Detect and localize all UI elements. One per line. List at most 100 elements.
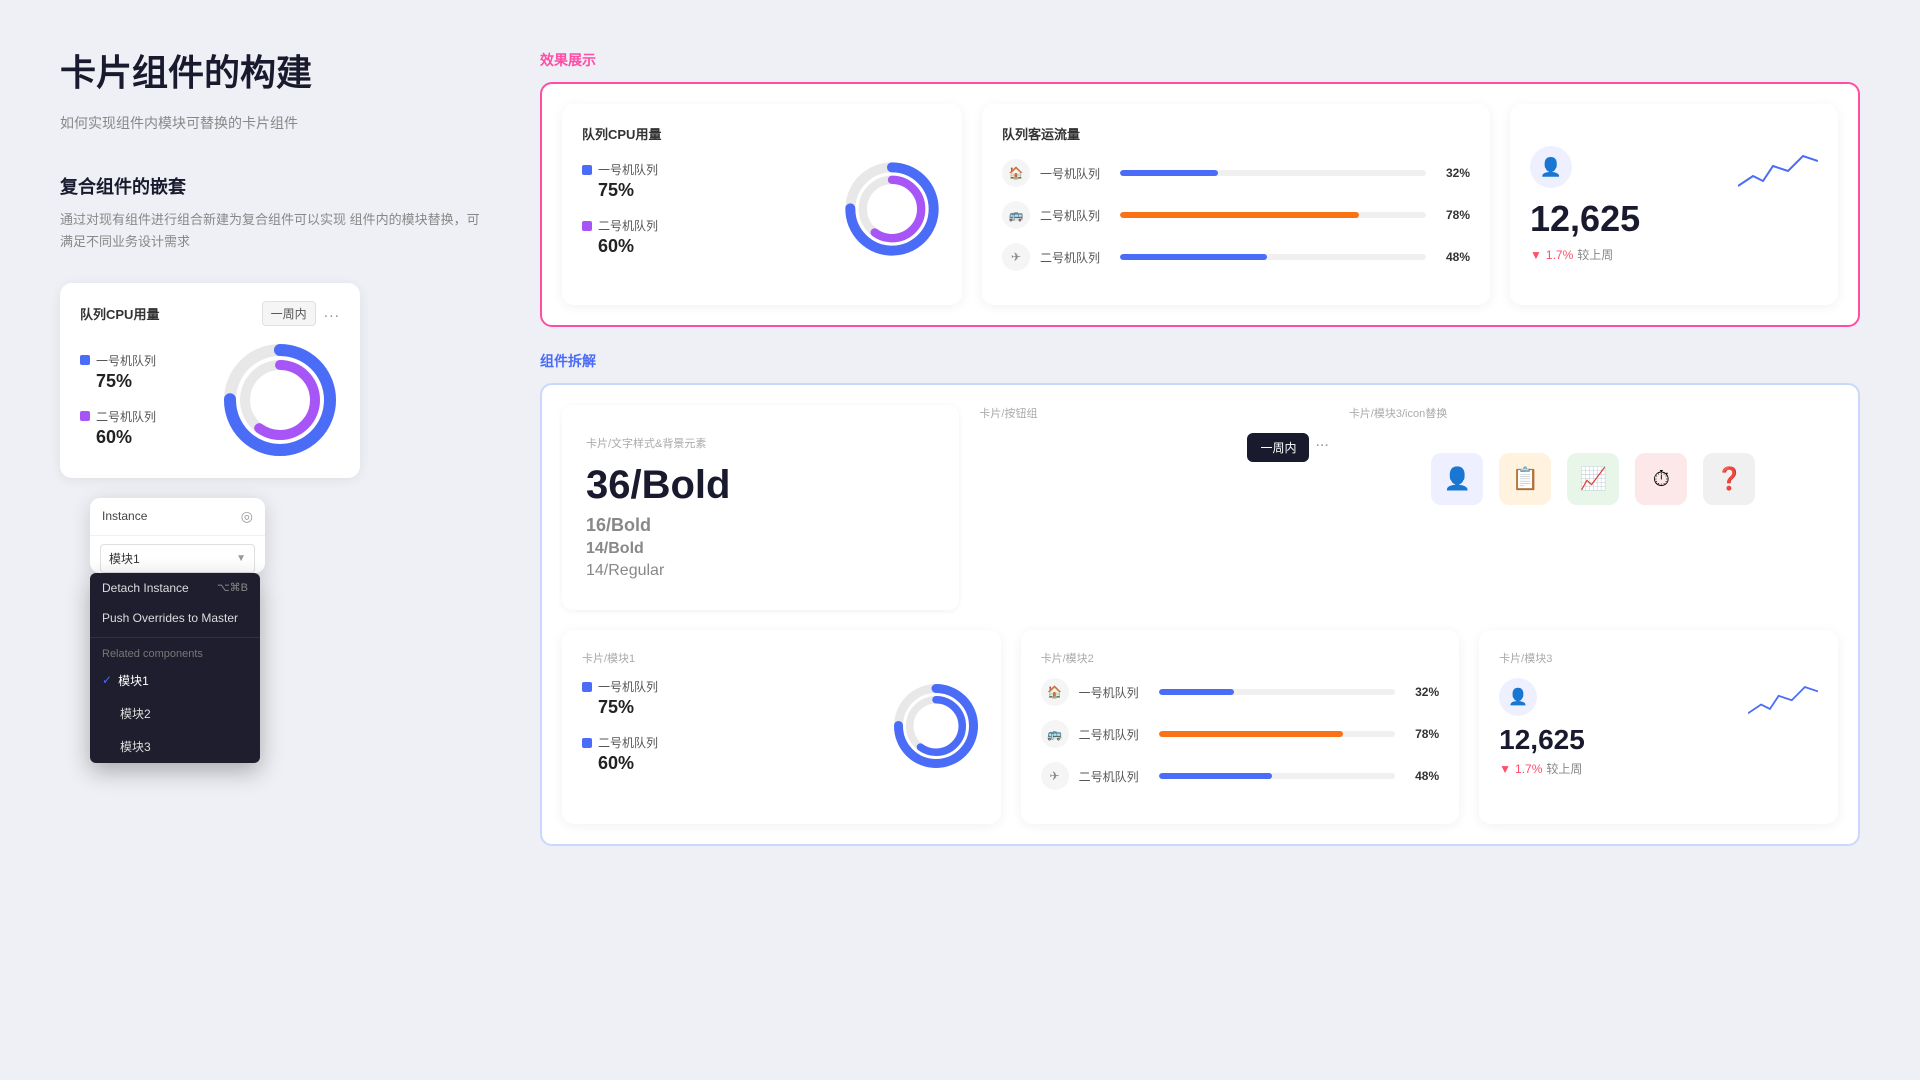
detach-shortcut: ⌥⌘B xyxy=(217,581,248,594)
preview-traffic-card: 队列客运流量 🏠 一号机队列 32% 🚌 二号机队列 78% xyxy=(982,104,1490,305)
traffic-row-2: 🚌 二号机队列 78% xyxy=(1002,201,1470,229)
mod3-trend-label: 较上周 xyxy=(1546,760,1582,777)
module2-card: 卡片/模块2 🏠 一号机队列 32% 🚌 二号机队列 xyxy=(1021,630,1460,824)
dropdown-divider xyxy=(90,637,260,638)
mini-card-header: 队列CPU用量 一周内 ... xyxy=(80,301,340,326)
preview-traffic-title: 队列客运流量 xyxy=(1002,124,1470,143)
legend-value-2: 60% xyxy=(96,427,156,448)
mod1-legend: 一号机队列 75% 二号机队列 60% xyxy=(582,678,658,774)
progress-val-3: 48% xyxy=(1436,250,1470,264)
cpu-card-inner: 一号机队列 75% 二号机队列 60% xyxy=(582,159,942,259)
instance-title: Instance xyxy=(102,509,147,523)
icon-btn-user[interactable]: 👤 xyxy=(1431,453,1483,505)
preview-legend-2: 二号机队列 60% xyxy=(582,217,658,257)
select-value: 模块1 xyxy=(109,550,140,567)
icon-btn-chart[interactable]: 📈 xyxy=(1567,453,1619,505)
instance-header: Instance ◎ xyxy=(90,498,265,536)
text-card-title: 卡片/文字样式&背景元素 xyxy=(586,435,935,451)
dropdown-push[interactable]: Push Overrides to Master xyxy=(90,603,260,633)
text-size-reg14: 14/Regular xyxy=(586,562,935,580)
instance-select: 模块1 ▼ Detach Instance ⌥⌘B Push Overrides… xyxy=(100,544,255,573)
week-tab-1[interactable]: 一周内 xyxy=(1247,433,1309,462)
related-components-label: Related components xyxy=(90,642,260,664)
target-icon: ◎ xyxy=(241,508,253,525)
icon-btn-question[interactable]: ❓ xyxy=(1703,453,1755,505)
metric-value: 12,625 xyxy=(1530,198,1640,240)
dropdown-menu: Detach Instance ⌥⌘B Push Overrides to Ma… xyxy=(90,573,260,763)
dropdown-mod1[interactable]: ✓ 模块1 xyxy=(90,664,260,697)
legend-dot-blue xyxy=(80,355,90,365)
text-size-bold36: 36/Bold xyxy=(586,463,935,507)
page: 卡片组件的构建 如何实现组件内模块可替换的卡片组件 复合组件的嵌套 通过对现有组… xyxy=(0,0,1920,1080)
icon-switch-area: 卡片/模块3/icon替换 👤 📋 📈 ⏱ ❓ xyxy=(1349,405,1838,610)
metric-icon: 👤 xyxy=(1530,146,1572,188)
decompose-grid: 卡片/文字样式&背景元素 36/Bold 16/Bold 14/Bold 14/… xyxy=(540,383,1860,846)
section-desc: 通过对现有组件进行组合新建为复合组件可以实现 组件内的模块替换，可满足不同业务设… xyxy=(60,209,480,253)
mod1-inner: 一号机队列 75% 二号机队列 60% xyxy=(582,678,981,774)
module3-card: 卡片/模块3 👤 12,625 ▼ 1.7% xyxy=(1479,630,1838,824)
icon-btn-timer[interactable]: ⏱ xyxy=(1635,453,1687,505)
decompose-top-row: 卡片/文字样式&背景元素 36/Bold 16/Bold 14/Bold 14/… xyxy=(562,405,1838,610)
module1-card: 卡片/模块1 一号机队列 75% xyxy=(562,630,1001,824)
legend-item-1: 一号机队列 75% xyxy=(80,352,156,392)
preview-donut xyxy=(842,159,942,259)
section-title: 复合组件的嵌套 xyxy=(60,173,480,199)
legend-value-1: 75% xyxy=(96,371,156,392)
dropdown-mod2[interactable]: 模块2 xyxy=(90,697,260,730)
mod1-donut xyxy=(891,681,981,771)
traffic-icon-3: ✈ xyxy=(1002,243,1030,271)
mini-area-chart xyxy=(1738,146,1818,196)
preview-area: 队列CPU用量 一号机队列 75% xyxy=(540,82,1860,327)
progress-fill-1 xyxy=(1120,170,1218,176)
mod3-trend-pct: 1.7% xyxy=(1515,762,1542,776)
legend-label-1: 一号机队列 xyxy=(80,352,156,369)
dropdown-detach[interactable]: Detach Instance ⌥⌘B xyxy=(90,573,260,603)
trend-label: 较上周 xyxy=(1577,246,1613,263)
select-box[interactable]: 模块1 ▼ xyxy=(100,544,255,573)
detach-label: Detach Instance xyxy=(102,581,189,595)
progress-wrap-1 xyxy=(1120,170,1426,176)
left-panel: 卡片组件的构建 如何实现组件内模块可替换的卡片组件 复合组件的嵌套 通过对现有组… xyxy=(60,50,480,1030)
dots-button[interactable]: ... xyxy=(324,304,340,322)
main-title: 卡片组件的构建 xyxy=(60,50,480,97)
decompose-label: 组件拆解 xyxy=(540,351,1860,371)
traffic-icon-2: 🚌 xyxy=(1002,201,1030,229)
legend-item-2: 二号机队列 60% xyxy=(80,408,156,448)
traffic-row-3: ✈ 二号机队列 48% xyxy=(1002,243,1470,271)
preview-cpu-card: 队列CPU用量 一号机队列 75% xyxy=(562,104,962,305)
mod3-chart xyxy=(1748,678,1818,723)
btn-card-title: 卡片/按钮组 xyxy=(979,405,1328,421)
preview-cpu-legend: 一号机队列 75% 二号机队列 60% xyxy=(582,161,658,257)
mod1-title: 卡片/模块1 xyxy=(582,650,981,666)
trend-pct: 1.7% xyxy=(1546,248,1573,262)
traffic-name-2: 二号机队列 xyxy=(1040,207,1110,224)
progress-val-1: 32% xyxy=(1436,166,1470,180)
progress-fill-3 xyxy=(1120,254,1267,260)
mod2-title: 卡片/模块2 xyxy=(1041,650,1440,666)
week-selector[interactable]: 一周内 xyxy=(262,301,316,326)
icon-row: 👤 📋 📈 ⏱ ❓ xyxy=(1349,433,1838,525)
dropdown-mod3[interactable]: 模块3 xyxy=(90,730,260,763)
mod1-legend-2: 二号机队列 60% xyxy=(582,734,658,774)
preview-legend-1: 一号机队列 75% xyxy=(582,161,658,201)
traffic-row-1: 🏠 一号机队列 32% xyxy=(1002,159,1470,187)
preview-cpu-title: 队列CPU用量 xyxy=(582,124,942,143)
icon-card-title: 卡片/模块3/icon替换 xyxy=(1349,405,1838,421)
preview-metric-card: 👤 12,625 ▼ 1.7% 较上周 xyxy=(1510,104,1838,305)
text-size-bold16: 16/Bold xyxy=(586,515,935,536)
legend-name-1: 一号机队列 xyxy=(96,352,156,369)
mod3-trend: ▼ 1.7% 较上周 xyxy=(1499,760,1818,777)
mod3-label: 模块3 xyxy=(120,738,151,755)
icon-btn-calendar[interactable]: 📋 xyxy=(1499,453,1551,505)
instance-panel: Instance ◎ 模块1 ▼ Detach Instance ⌥⌘B xyxy=(90,498,265,573)
traffic-name-3: 二号机队列 xyxy=(1040,249,1110,266)
legend-label-2: 二号机队列 xyxy=(80,408,156,425)
legend-name-2: 二号机队列 xyxy=(96,408,156,425)
mod2-row-3: ✈ 二号机队列 48% xyxy=(1041,762,1440,790)
decompose-bottom-row: 卡片/模块1 一号机队列 75% xyxy=(562,630,1838,824)
traffic-name-1: 一号机队列 xyxy=(1040,165,1110,182)
mod1-legend-1: 一号机队列 75% xyxy=(582,678,658,718)
mini-card-title: 队列CPU用量 xyxy=(80,304,159,323)
select-arrow: ▼ xyxy=(236,553,246,564)
progress-fill-2 xyxy=(1120,212,1359,218)
